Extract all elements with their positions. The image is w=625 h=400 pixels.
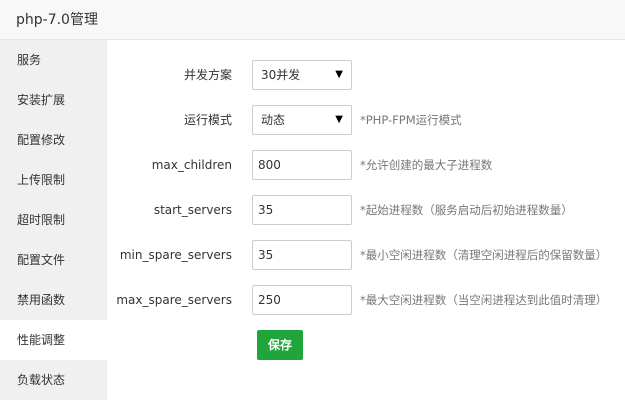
min-spare-servers-hint: *最小空闲进程数（清理空闲进程后的保留数量） (360, 248, 608, 262)
max-spare-servers-input[interactable] (252, 285, 352, 315)
concurrency-select-value: 30并发 (261, 68, 301, 82)
max-children-input[interactable] (252, 150, 352, 180)
run-mode-row: 运行模式 动态 ▼ *PHP-FPM运行模式 (107, 105, 625, 135)
start-servers-label: start_servers (153, 203, 232, 217)
save-button[interactable]: 保存 (257, 330, 303, 360)
max-spare-servers-hint: *最大空闲进程数（当空闲进程达到此值时清理） (360, 293, 608, 307)
start-servers-hint: *起始进程数（服务启动后初始进程数量） (360, 203, 573, 217)
sidebar-item-performance-tuning[interactable]: 性能调整 (0, 320, 107, 360)
start-servers-input[interactable] (252, 195, 352, 225)
window-title: php-7.0管理 (16, 12, 98, 28)
max-children-label: max_children (151, 158, 232, 172)
run-mode-select[interactable]: 动态 ▼ (252, 105, 352, 135)
min-spare-servers-row: min_spare_servers *最小空闲进程数（清理空闲进程后的保留数量） (107, 240, 625, 270)
run-mode-label: 运行模式 (183, 113, 232, 127)
max-spare-servers-label: max_spare_servers (116, 293, 232, 307)
window-titlebar: php-7.0管理 (0, 0, 625, 40)
performance-settings-panel: 并发方案 30并发 ▼ 运行模式 动态 ▼ *PHP-FPM运行模式 max_c… (107, 40, 625, 400)
chevron-down-icon: ▼ (335, 69, 343, 80)
max-children-hint: *允许创建的最大子进程数 (360, 158, 493, 172)
max-children-row: max_children *允许创建的最大子进程数 (107, 150, 625, 180)
max-spare-servers-row: max_spare_servers *最大空闲进程数（当空闲进程达到此值时清理） (107, 285, 625, 315)
run-mode-hint: *PHP-FPM运行模式 (360, 113, 462, 127)
concurrency-label: 并发方案 (183, 68, 232, 82)
min-spare-servers-label: min_spare_servers (119, 248, 232, 262)
start-servers-row: start_servers *起始进程数（服务启动后初始进程数量） (107, 195, 625, 225)
concurrency-select[interactable]: 30并发 ▼ (252, 60, 352, 90)
min-spare-servers-input[interactable] (252, 240, 352, 270)
concurrency-row: 并发方案 30并发 ▼ (107, 60, 625, 90)
sidebar-item-load-status[interactable]: 负载状态 (0, 360, 107, 400)
run-mode-select-value: 动态 (261, 113, 286, 127)
chevron-down-icon: ▼ (335, 114, 343, 125)
